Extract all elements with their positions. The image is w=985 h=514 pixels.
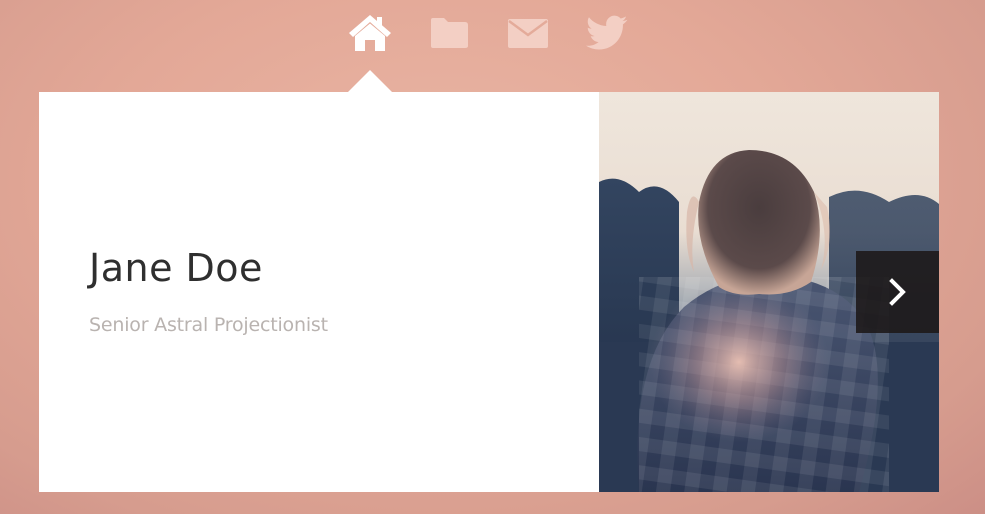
nav-twitter[interactable] — [583, 10, 631, 56]
profile-card: Jane Doe Senior Astral Projectionist — [39, 92, 939, 492]
twitter-icon — [586, 15, 628, 50]
home-icon — [349, 15, 391, 51]
mail-icon — [508, 19, 548, 48]
nav-home[interactable] — [346, 10, 394, 56]
chevron-right-icon — [888, 278, 906, 306]
top-nav — [0, 10, 985, 60]
nav-mail[interactable] — [504, 10, 552, 56]
active-tab-pointer — [348, 70, 392, 92]
profile-text-panel: Jane Doe Senior Astral Projectionist — [39, 92, 599, 492]
profile-title: Senior Astral Projectionist — [89, 314, 328, 336]
folder-icon — [431, 18, 468, 48]
profile-name: Jane Doe — [89, 246, 263, 290]
next-slide-button[interactable] — [856, 251, 939, 333]
nav-folder[interactable] — [425, 10, 473, 56]
